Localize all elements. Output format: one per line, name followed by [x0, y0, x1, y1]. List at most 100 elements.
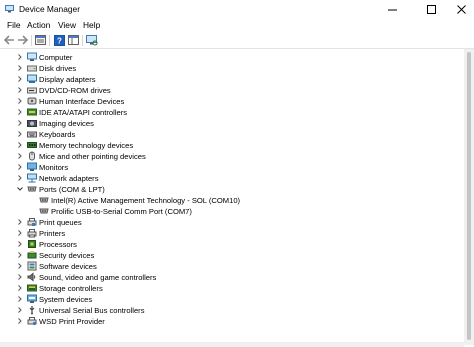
tree-category-label: Memory technology devices: [39, 141, 134, 150]
toolbar: ?: [0, 33, 474, 49]
tree-category-label: Universal Serial Bus controllers: [39, 306, 145, 315]
display-adapter-icon: [27, 74, 37, 84]
minimize-button[interactable]: [379, 0, 405, 19]
close-button[interactable]: [448, 0, 474, 19]
properties-button[interactable]: [34, 34, 46, 46]
tree-category-label: Computer: [39, 53, 73, 62]
expand-chevron-icon[interactable]: [16, 163, 24, 171]
tree-category-row[interactable]: Imaging devices: [0, 118, 464, 129]
expand-chevron-icon[interactable]: [16, 229, 24, 237]
monitor-icon: [27, 162, 37, 172]
menu-view[interactable]: View: [58, 19, 76, 31]
tree-category-row[interactable]: Network adapters: [0, 173, 464, 184]
tree-category-label: Security devices: [39, 251, 95, 260]
wsd-icon: [27, 316, 37, 326]
expand-chevron-icon[interactable]: [16, 240, 24, 248]
expand-chevron-icon[interactable]: [16, 218, 24, 226]
expand-chevron-icon[interactable]: [16, 317, 24, 325]
expand-chevron-icon[interactable]: [16, 284, 24, 292]
tree-category-row[interactable]: Display adapters: [0, 74, 464, 85]
expand-chevron-icon[interactable]: [16, 306, 24, 314]
memory-icon: [27, 140, 37, 150]
tree-category-label: Processors: [39, 240, 77, 249]
tree-category-row[interactable]: Software devices: [0, 261, 464, 272]
tree-device-row[interactable]: Prolific USB-to-Serial Comm Port (COM7): [0, 206, 464, 217]
tree-device-row[interactable]: Intel(R) Active Management Technology - …: [0, 195, 464, 206]
scan-icon: [86, 34, 98, 45]
tree-category-row[interactable]: Print queues: [0, 217, 464, 228]
expand-chevron-icon[interactable]: [16, 97, 24, 105]
tree-category-row[interactable]: Mice and other pointing devices: [0, 151, 464, 162]
expand-chevron-icon[interactable]: [16, 152, 24, 160]
tree-category-row[interactable]: IDE ATA/ATAPI controllers: [0, 107, 464, 118]
tree-category-label: DVD/CD-ROM drives: [39, 86, 111, 95]
printer-icon: [27, 228, 37, 238]
collapse-chevron-icon[interactable]: [16, 185, 24, 193]
expand-chevron-icon[interactable]: [16, 273, 24, 281]
expand-chevron-icon[interactable]: [16, 108, 24, 116]
menu-help[interactable]: Help: [83, 19, 100, 31]
tree-category-row[interactable]: Processors: [0, 239, 464, 250]
tree-category-row[interactable]: Universal Serial Bus controllers: [0, 305, 464, 316]
help-button[interactable]: ?: [53, 34, 65, 46]
hid-icon: [27, 96, 37, 106]
close-icon: [456, 5, 466, 14]
print-queue-icon: [27, 217, 37, 227]
expand-chevron-icon[interactable]: [16, 251, 24, 259]
tree-category-row[interactable]: DVD/CD-ROM drives: [0, 85, 464, 96]
ide-controller-icon: [27, 107, 37, 117]
menu-action[interactable]: Action: [27, 19, 50, 31]
expand-chevron-icon[interactable]: [16, 141, 24, 149]
menu-file[interactable]: File: [7, 19, 21, 31]
title-bar[interactable]: Device Manager: [0, 0, 474, 19]
tree-category-row[interactable]: Printers: [0, 228, 464, 239]
tree-category-label: Storage controllers: [39, 284, 103, 293]
menu-bar: File Action View Help: [0, 19, 474, 31]
tree-category-row[interactable]: Human Interface Devices: [0, 96, 464, 107]
tree-category-row[interactable]: WSD Print Provider: [0, 316, 464, 327]
software-icon: [27, 261, 37, 271]
tree-category-row[interactable]: Memory technology devices: [0, 140, 464, 151]
back-button[interactable]: [3, 34, 15, 46]
port-icon: [27, 184, 37, 194]
svg-text:?: ?: [57, 36, 62, 45]
show-hide-console-tree-button[interactable]: [67, 34, 79, 46]
expand-chevron-icon[interactable]: [16, 53, 24, 61]
tree-category-row[interactable]: Sound, video and game controllers: [0, 272, 464, 283]
expand-chevron-icon[interactable]: [16, 130, 24, 138]
expand-chevron-icon[interactable]: [16, 262, 24, 270]
tree-category-row[interactable]: Ports (COM & LPT): [0, 184, 464, 195]
tree-category-label: IDE ATA/ATAPI controllers: [39, 108, 128, 117]
tree-category-row[interactable]: Monitors: [0, 162, 464, 173]
system-icon: [27, 294, 37, 304]
forward-button[interactable]: [16, 34, 28, 46]
expand-chevron-icon[interactable]: [16, 86, 24, 94]
tree-category-row[interactable]: Keyboards: [0, 129, 464, 140]
tree-category-row[interactable]: Disk drives: [0, 63, 464, 74]
tree-category-label: WSD Print Provider: [39, 317, 105, 326]
scan-hardware-button[interactable]: [86, 34, 98, 46]
tree-device-label: Prolific USB-to-Serial Comm Port (COM7): [51, 207, 192, 216]
expand-chevron-icon[interactable]: [16, 295, 24, 303]
expand-chevron-icon[interactable]: [16, 64, 24, 72]
dvd-drive-icon: [27, 85, 37, 95]
tree-category-row[interactable]: Computer: [0, 52, 464, 63]
expand-chevron-icon[interactable]: [16, 174, 24, 182]
properties-icon: [34, 35, 46, 45]
network-icon: [27, 173, 37, 183]
port-icon: [39, 206, 49, 216]
expand-chevron-icon[interactable]: [16, 75, 24, 83]
tree-category-label: Mice and other pointing devices: [39, 152, 146, 161]
tree-category-row[interactable]: Security devices: [0, 250, 464, 261]
tree-category-label: Printers: [39, 229, 66, 238]
device-manager-window: Device Manager File Action View Help ? C…: [0, 0, 474, 347]
vertical-scrollbar-thumb[interactable]: [467, 52, 471, 340]
toolbar-separator: [82, 35, 83, 46]
expand-chevron-icon[interactable]: [16, 119, 24, 127]
storage-icon: [27, 283, 37, 293]
tree-category-row[interactable]: Storage controllers: [0, 283, 464, 294]
sound-icon: [27, 272, 37, 282]
tree-category-row[interactable]: System devices: [0, 294, 464, 305]
maximize-button[interactable]: [418, 0, 444, 19]
keyboard-icon: [27, 129, 37, 139]
